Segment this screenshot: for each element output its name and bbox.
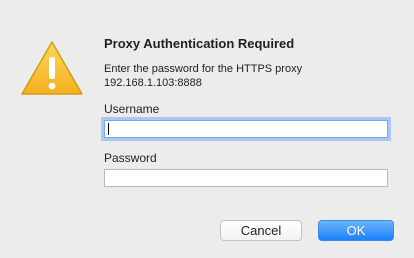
warning-triangle-icon	[20, 40, 84, 96]
username-label: Username	[104, 102, 160, 116]
dialog-message: Enter the password for the HTTPS proxy 1…	[104, 62, 302, 90]
password-input[interactable]	[104, 169, 388, 187]
message-line-2: 192.168.1.103:8888	[104, 77, 202, 89]
cancel-button[interactable]: Cancel	[220, 220, 302, 241]
text-caret	[108, 123, 109, 135]
dialog-title: Proxy Authentication Required	[104, 36, 295, 51]
proxy-auth-dialog: Proxy Authentication Required Enter the …	[0, 0, 414, 258]
password-label: Password	[104, 151, 157, 165]
ok-button[interactable]: OK	[318, 220, 394, 241]
message-line-1: Enter the password for the HTTPS proxy	[104, 63, 303, 75]
username-input[interactable]	[104, 120, 388, 138]
